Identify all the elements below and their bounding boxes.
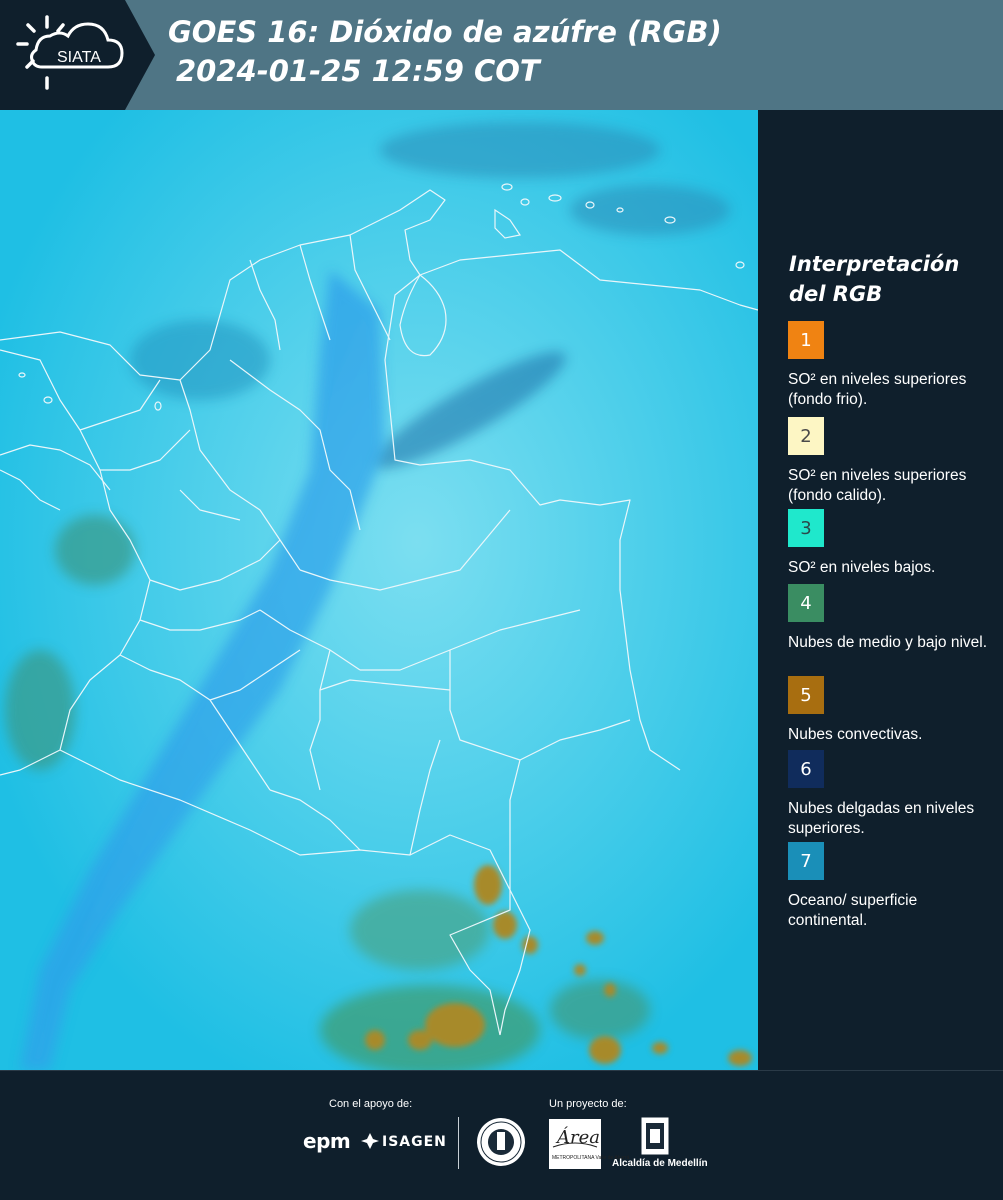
legend-label-2: SO² en niveles superiores (fondo calido)… (788, 467, 967, 504)
legend-item-1: 1 SO² en niveles superiores (fondo frio)… (788, 321, 988, 410)
legend-label-1: SO² en niveles superiores (fondo frio). (788, 371, 967, 408)
legend-swatch-1: 1 (788, 321, 824, 359)
legend-swatch-7: 7 (788, 842, 824, 880)
epm-logo: epm (303, 1129, 351, 1153)
isagen-icon (361, 1133, 379, 1149)
legend-swatch-2: 2 (788, 417, 824, 455)
legend-label-7: Oceano/ superficie continental. (788, 892, 918, 929)
legend-label-3: SO² en niveles bajos. (788, 559, 936, 576)
footer-sponsors: Con el apoyo de: Un proyecto de: epm ISA… (0, 1070, 1003, 1200)
legend-item-3: 3 SO² en niveles bajos. (788, 509, 988, 578)
legend-swatch-6: 6 (788, 750, 824, 788)
isagen-logo: ISAGEN (382, 1134, 447, 1150)
title-product: GOES 16: Dióxido de azúfre (RGB) (168, 15, 722, 49)
legend-label-4: Nubes de medio y bajo nivel. (788, 634, 988, 651)
legend-panel: Interpretación del RGB 1 SO² en niveles … (758, 110, 1003, 1070)
area-metropolitana-logo: Área METROPOLITANA Valle de Aburrá (549, 1119, 629, 1169)
legend-item-6: 6 Nubes delgadas en niveles superiores. (788, 750, 988, 839)
legend-item-5: 5 Nubes convectivas. (788, 676, 988, 745)
legend-swatch-5: 5 (788, 676, 824, 714)
legend-swatch-3: 3 (788, 509, 824, 547)
header-bar: SIATA GOES 16: Dióxido de azúfre (RGB) 2… (0, 0, 1003, 110)
medellin-seal-icon (477, 1118, 525, 1166)
support-label: Con el apoyo de: (329, 1098, 413, 1110)
legend-item-2: 2 SO² en niveles superiores (fondo calid… (788, 417, 988, 512)
footer-divider (458, 1117, 459, 1169)
title-timestamp: 2024-01-25 12:59 COT (176, 54, 540, 88)
legend-item-4: 4 Nubes de medio y bajo nivel. (788, 584, 988, 653)
alcaldia-shield-icon (641, 1117, 669, 1155)
legend-item-7: 7 Oceano/ superficie continental. (788, 842, 988, 931)
legend-title: Interpretación del RGB (789, 252, 960, 306)
project-label: Un proyecto de: (549, 1098, 627, 1110)
legend-swatch-4: 4 (788, 584, 824, 622)
svg-text:SIATA: SIATA (57, 49, 101, 66)
satellite-map (0, 110, 758, 1070)
legend-label-6: Nubes delgadas en niveles superiores. (788, 800, 975, 837)
legend-label-5: Nubes convectivas. (788, 726, 923, 743)
alcaldia-text: Alcaldía de Medellín (612, 1158, 708, 1169)
siata-logo: SIATA (0, 0, 155, 110)
